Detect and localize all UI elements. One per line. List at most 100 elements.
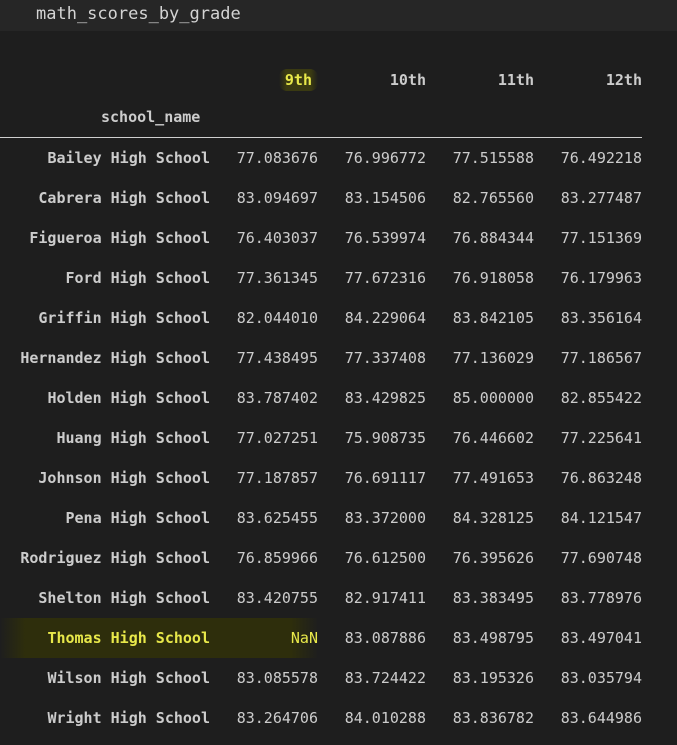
table-cell: 77.690748	[560, 549, 642, 567]
table-row: Ford High School 77.361345 77.672316 76.918…	[0, 258, 643, 298]
row-index-label: Holden High School	[47, 389, 210, 407]
row-index-label: Pena High School	[65, 509, 211, 527]
table-cell: 83.842105	[452, 309, 534, 327]
code-input[interactable]: math_scores_by_grade	[36, 3, 241, 25]
table-cell: 83.035794	[560, 669, 642, 687]
table-cell: 77.151369	[560, 229, 642, 247]
table-cell: 83.836782	[452, 709, 534, 727]
table-row: Cabrera High School 83.094697 83.154506 82.…	[0, 178, 642, 218]
row-index-label: Wright High School	[47, 709, 210, 727]
table-row: Griffin High School 82.044010 84.229064 83.…	[0, 298, 642, 338]
table-cell: 77.187857	[236, 469, 318, 487]
output-area: 9th 10th 11th 12th school_name Bailey Hi…	[0, 31, 677, 745]
table-cell: 83.195326	[452, 669, 534, 687]
table-cell: 84.010288	[344, 709, 426, 727]
table-row: Johnson High School 77.187857 76.691117 77.…	[0, 458, 642, 498]
table-cell: 77.136029	[452, 349, 534, 367]
table-body: Bailey High School 77.083676 76.996772 77.5…	[0, 138, 642, 739]
table-cell: 77.225641	[560, 429, 642, 447]
blank-header-cell	[0, 63, 210, 97]
row-index-label: Bailey High School	[47, 149, 210, 167]
table-cell: 77.672316	[344, 269, 426, 287]
row-index-label: Hernandez High School	[20, 349, 210, 367]
table-cell: 75.908735	[344, 429, 426, 447]
row-index-label: Cabrera High School	[38, 189, 210, 207]
table-cell: 83.778976	[560, 589, 642, 607]
table-row: Hernandez High School 77.438495 77.337408 7…	[0, 338, 642, 378]
row-index-label: Figueroa High School	[29, 229, 210, 247]
table-cell: 77.438495	[236, 349, 318, 367]
table-cell: 83.372000	[344, 509, 426, 527]
table-cell: 82.044010	[236, 309, 318, 327]
table-cell: 83.087886	[344, 629, 426, 647]
table-cell: 77.337408	[344, 349, 426, 367]
table-cell: 76.612500	[344, 549, 426, 567]
row-index-label: Shelton High School	[38, 589, 210, 607]
table-row: Huang High School 77.027251 75.908735 76.44…	[0, 418, 642, 458]
highlighted-column-label: 9th	[278, 69, 318, 91]
table-cell: 76.884344	[452, 229, 534, 247]
table-cell: 83.277487	[560, 189, 642, 207]
index-name-label: school_name	[0, 97, 210, 138]
table-cell: 77.027251	[236, 429, 318, 447]
row-index-label: Ford High School	[65, 269, 211, 287]
table-row: Shelton High School 83.420755 82.917411 83.…	[0, 578, 642, 618]
table-cell: 84.328125	[452, 509, 534, 527]
table-cell: 83.625455	[236, 509, 318, 527]
table-cell: 76.691117	[344, 469, 426, 487]
table-row: Wilson High School 83.085578 83.724422 83.1…	[0, 658, 642, 698]
column-header-9th: 9th	[210, 63, 318, 97]
table-cell: 77.491653	[452, 469, 534, 487]
table-cell: 76.859966	[236, 549, 318, 567]
table-row: Holden High School 83.787402 83.429825 85.0…	[0, 378, 642, 418]
table-cell: 76.403037	[236, 229, 318, 247]
code-cell[interactable]: math_scores_by_grade	[0, 0, 677, 31]
column-header-11th: 11th	[497, 71, 534, 89]
row-index-label: Griffin High School	[38, 309, 210, 327]
table-cell: NaN	[210, 618, 318, 658]
table-cell: 76.446602	[452, 429, 534, 447]
table-cell: 83.383495	[452, 589, 534, 607]
table-cell: 83.094697	[236, 189, 318, 207]
table-cell: 82.917411	[344, 589, 426, 607]
table-cell: 77.186567	[560, 349, 642, 367]
dataframe-table: 9th 10th 11th 12th school_name Bailey Hi…	[0, 63, 642, 738]
table-cell: 83.085578	[236, 669, 318, 687]
table-cell: 83.154506	[344, 189, 426, 207]
table-cell: 76.492218	[560, 149, 642, 167]
column-header-10th: 10th	[389, 71, 426, 89]
row-index-label: Rodriguez High School	[20, 549, 210, 567]
table-row: Wright High School 83.264706 84.010288 83.8…	[0, 698, 642, 738]
row-index-label: Huang High School	[56, 429, 210, 447]
row-index-label: Wilson High School	[47, 669, 210, 687]
table-row: Rodriguez High School 76.859966 76.612500 7…	[0, 538, 642, 578]
column-header-12th: 12th	[605, 71, 642, 89]
index-name-row: school_name	[0, 97, 642, 138]
table-cell: 83.497041	[560, 629, 642, 647]
table-cell: 84.229064	[344, 309, 426, 327]
table-row: Bailey High School 77.083676 76.996772 77.5…	[0, 138, 642, 179]
table-cell: 82.855422	[560, 389, 642, 407]
table-cell: 83.420755	[236, 589, 318, 607]
table-cell: 76.395626	[452, 549, 534, 567]
table-cell: 85.000000	[452, 389, 534, 407]
table-cell: 77.515588	[452, 149, 534, 167]
table-cell: 84.121547	[560, 509, 642, 527]
table-row: Pena High School 83.625455 83.372000 84.328…	[0, 498, 643, 538]
row-index-label: Thomas High School	[0, 618, 210, 658]
table-cell: 76.539974	[344, 229, 426, 247]
column-header-row: 9th 10th 11th 12th	[0, 63, 642, 97]
table-cell: 76.863248	[560, 469, 642, 487]
table-cell: 83.724422	[344, 669, 426, 687]
table-cell: 83.264706	[236, 709, 318, 727]
row-index-label: Johnson High School	[38, 469, 210, 487]
table-cell: 83.787402	[236, 389, 318, 407]
table-cell: 76.996772	[344, 149, 426, 167]
table-row: Figueroa High School 76.403037 76.539974 76…	[0, 218, 642, 258]
table-cell: 77.361345	[236, 269, 318, 287]
table-cell: 77.083676	[236, 149, 318, 167]
table-cell: 83.356164	[560, 309, 642, 327]
table-cell: 82.765560	[452, 189, 534, 207]
table-cell: 76.918058	[452, 269, 534, 287]
table-cell: 83.644986	[560, 709, 642, 727]
